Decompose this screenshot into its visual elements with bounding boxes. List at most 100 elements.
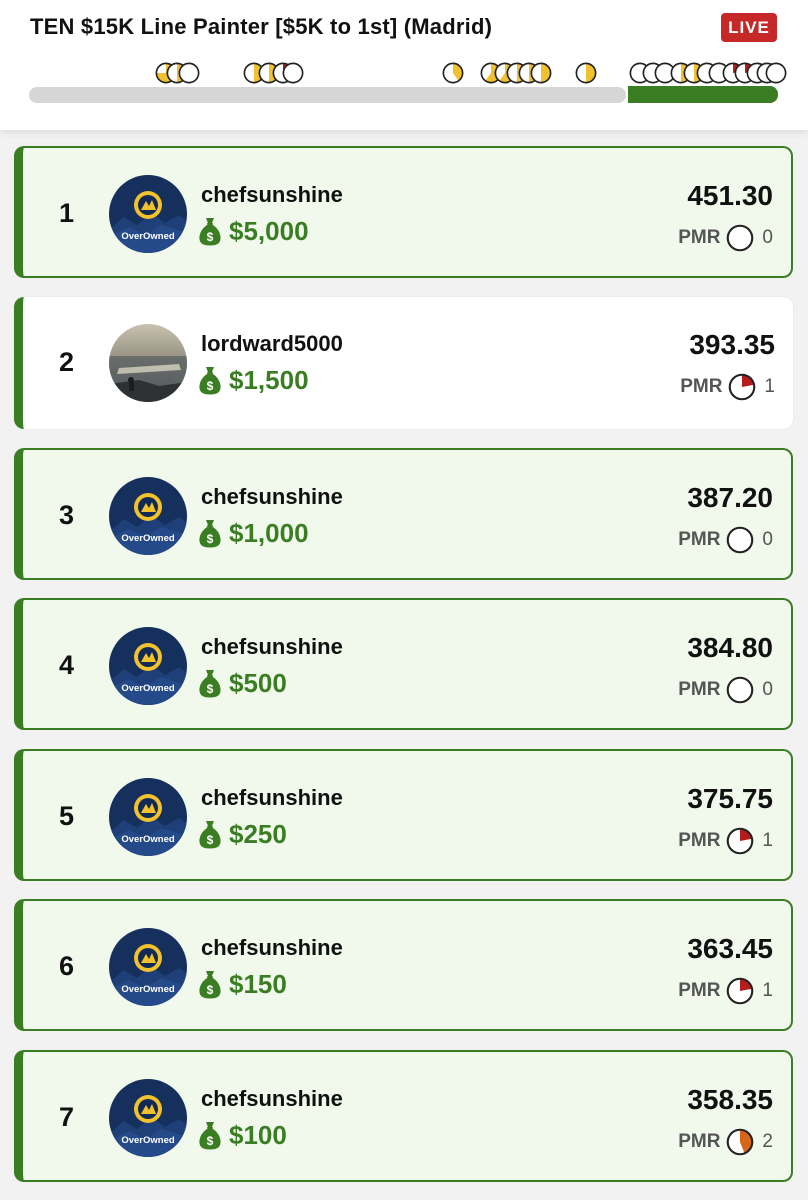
- entry-prize: $ $150: [199, 967, 287, 1001]
- money-bag-icon: $: [199, 821, 221, 849]
- svg-text:$: $: [207, 230, 214, 244]
- svg-text:OverOwned: OverOwned: [121, 683, 175, 694]
- pmr-label: PMR: [678, 1131, 721, 1152]
- game-clock-icon: [282, 62, 304, 84]
- pmr-value: 2: [762, 1131, 773, 1152]
- pmr-clock-icon: [727, 1128, 754, 1156]
- live-badge: LIVE: [721, 13, 777, 42]
- entry-prize: $ $100: [199, 1118, 287, 1152]
- entry-prize-amount: $1,500: [229, 364, 309, 395]
- entry-username[interactable]: chefsunshine: [201, 484, 343, 510]
- entry-prize-amount: $500: [229, 667, 287, 698]
- entry-prize: $ $1,000: [199, 516, 309, 550]
- pmr-label: PMR: [680, 376, 723, 397]
- svg-text:OverOwned: OverOwned: [121, 984, 175, 995]
- entry-rank: 1: [59, 198, 75, 228]
- avatar[interactable]: OverOwned: [109, 477, 187, 555]
- entry-pmr: PMR 1: [678, 977, 773, 1005]
- svg-text:$: $: [207, 532, 214, 546]
- leaderboard-entry[interactable]: 3 OverOwned chefsunshine $ $1,000 387.20 PMR…: [14, 448, 793, 580]
- money-bag-icon: $: [199, 1122, 221, 1150]
- entry-pmr: PMR 1: [680, 373, 775, 401]
- leaderboard-entry[interactable]: 1 OverOwned chefsunshine $ $5,000 451.30 PMR…: [14, 146, 793, 278]
- pmr-clock-icon: [727, 224, 754, 252]
- money-bag-icon: $: [199, 670, 221, 698]
- entry-score: 451.30: [687, 180, 773, 211]
- game-progress-live-segment: [628, 86, 778, 103]
- entry-prize-amount: $250: [229, 818, 287, 849]
- entry-username[interactable]: chefsunshine: [201, 1086, 343, 1112]
- svg-text:$: $: [207, 682, 214, 696]
- svg-text:$: $: [207, 1134, 214, 1148]
- pmr-clock-icon: [727, 977, 754, 1005]
- money-bag-icon: $: [199, 971, 221, 999]
- entry-username[interactable]: chefsunshine: [201, 935, 343, 961]
- entry-rank: 6: [59, 951, 75, 981]
- leaderboard-entry[interactable]: 5 OverOwned chefsunshine $ $250 375.75 PMR 1: [14, 749, 793, 881]
- avatar[interactable]: OverOwned: [109, 928, 187, 1006]
- pmr-clock-icon: [729, 373, 756, 401]
- entry-prize: $ $1,500: [199, 363, 309, 397]
- entry-rank: 5: [59, 801, 75, 831]
- pmr-label: PMR: [678, 830, 721, 851]
- entry-prize: $ $5,000: [199, 214, 309, 248]
- entry-score: 393.35: [689, 329, 775, 360]
- svg-text:OverOwned: OverOwned: [121, 1135, 175, 1146]
- game-clock-icon: [530, 62, 552, 84]
- svg-text:$: $: [207, 983, 214, 997]
- game-clock-icon: [178, 62, 200, 84]
- money-bag-icon: $: [199, 367, 221, 395]
- entry-rank: 3: [59, 500, 75, 530]
- contest-title: TEN $15K Line Painter [$5K to 1st] (Madr…: [30, 14, 493, 39]
- game-clock-icon: [442, 62, 464, 84]
- entry-prize-amount: $1,000: [229, 517, 309, 548]
- entry-score: 358.35: [687, 1084, 773, 1115]
- entry-score: 384.80: [687, 632, 773, 663]
- pmr-label: PMR: [678, 227, 721, 248]
- entry-score: 363.45: [687, 933, 773, 964]
- pmr-label: PMR: [678, 529, 721, 550]
- entry-prize-amount: $5,000: [229, 215, 309, 246]
- game-progress-track: [29, 87, 626, 103]
- leaderboard-entry[interactable]: 6 OverOwned chefsunshine $ $150 363.45 PMR 1: [14, 899, 793, 1031]
- entry-score: 375.75: [687, 783, 773, 814]
- entry-username[interactable]: chefsunshine: [201, 785, 343, 811]
- svg-text:OverOwned: OverOwned: [121, 533, 175, 544]
- svg-text:$: $: [207, 379, 214, 393]
- pmr-value: 0: [762, 679, 773, 700]
- pmr-clock-icon: [727, 526, 754, 554]
- pmr-value: 0: [762, 227, 773, 248]
- avatar[interactable]: OverOwned: [109, 175, 187, 253]
- entry-pmr: PMR 1: [678, 827, 773, 855]
- leaderboard-entry[interactable]: 2 lordward5000 $ $1,500 393.35 PMR 1: [14, 297, 793, 429]
- entry-pmr: PMR 0: [678, 676, 773, 704]
- game-clock-icon: [575, 62, 597, 84]
- entry-prize-amount: $150: [229, 968, 287, 999]
- avatar[interactable]: OverOwned: [109, 1079, 187, 1157]
- avatar[interactable]: OverOwned: [109, 778, 187, 856]
- svg-text:$: $: [207, 833, 214, 847]
- entry-pmr: PMR 0: [678, 526, 773, 554]
- avatar[interactable]: OverOwned: [109, 627, 187, 705]
- entry-username[interactable]: lordward5000: [201, 331, 343, 357]
- pmr-value: 1: [764, 376, 775, 397]
- entry-prize: $ $250: [199, 817, 287, 851]
- entry-username[interactable]: chefsunshine: [201, 182, 343, 208]
- pmr-label: PMR: [678, 980, 721, 1001]
- pmr-value: 0: [762, 529, 773, 550]
- pmr-value: 1: [762, 830, 773, 851]
- entry-rank: 2: [59, 347, 75, 377]
- entry-prize: $ $500: [199, 666, 287, 700]
- pmr-clock-icon: [727, 676, 754, 704]
- contest-header: TEN $15K Line Painter [$5K to 1st] (Madr…: [0, 0, 808, 130]
- leaderboard-entry[interactable]: 7 OverOwned chefsunshine $ $100 358.35 PMR 2: [14, 1050, 793, 1182]
- pmr-value: 1: [762, 980, 773, 1001]
- entry-pmr: PMR 2: [678, 1128, 773, 1156]
- leaderboard-entry[interactable]: 4 OverOwned chefsunshine $ $500 384.80 PMR 0: [14, 598, 793, 730]
- svg-text:OverOwned: OverOwned: [121, 231, 175, 242]
- entry-username[interactable]: chefsunshine: [201, 634, 343, 660]
- svg-text:OverOwned: OverOwned: [121, 834, 175, 845]
- entry-pmr: PMR 0: [678, 224, 773, 252]
- avatar[interactable]: [109, 324, 187, 402]
- game-clock-icon: [765, 62, 787, 84]
